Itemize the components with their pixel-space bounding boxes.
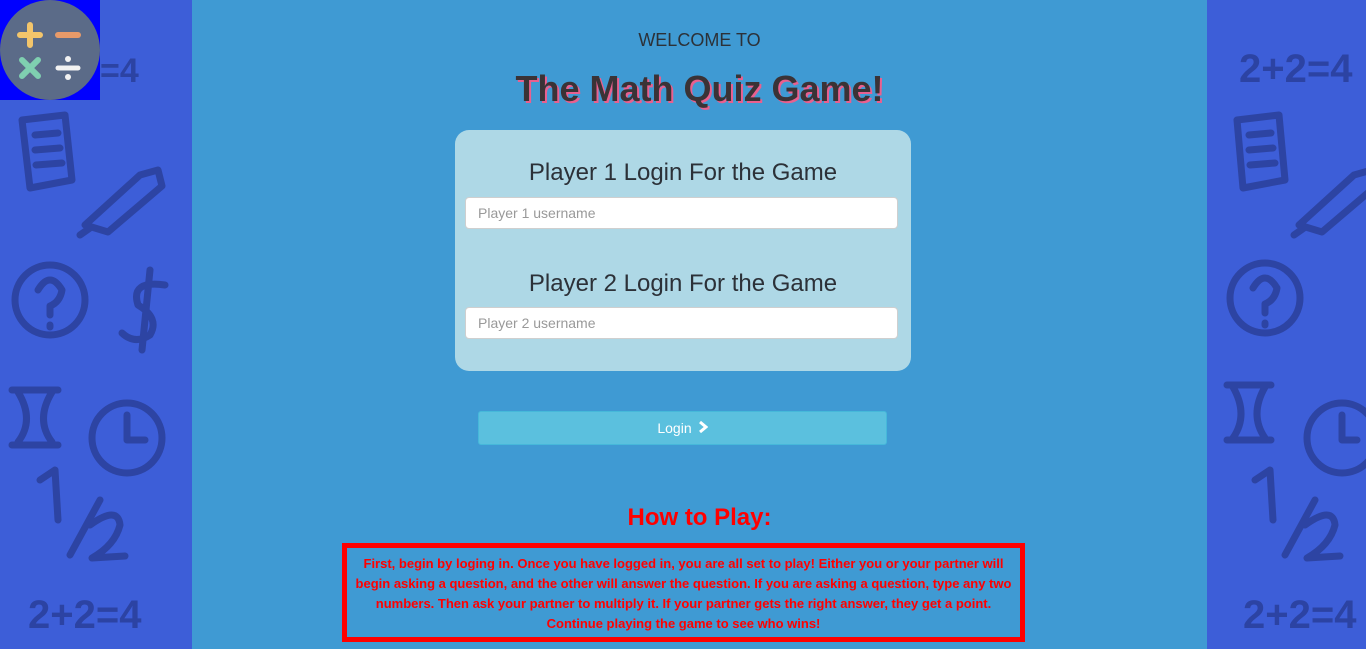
svg-text:2+2=4: 2+2=4 <box>28 593 142 637</box>
player1-username-input[interactable] <box>465 197 898 229</box>
svg-text:2+2=4: 2+2=4 <box>1239 47 1353 91</box>
page-title: The Math Quiz Game! <box>515 68 884 109</box>
welcome-text: WELCOME TO <box>638 30 761 50</box>
main-content: WELCOME TO The Math Quiz Game! Player 1 … <box>192 0 1207 649</box>
login-button[interactable]: Login <box>478 411 887 445</box>
player1-heading: Player 1 Login For the Game <box>528 159 838 186</box>
login-button-label: Login <box>657 420 692 436</box>
login-card: Player 1 Login For the Game Player 2 Log… <box>455 130 911 371</box>
how-to-play-heading: How to Play: <box>627 504 772 531</box>
svg-text:2+2=4: 2+2=4 <box>1243 593 1357 637</box>
how-to-play-instructions: First, begin by loging in. Once you have… <box>342 543 1025 642</box>
right-decorative-panel: 2+2=4 2+2=4 <box>1207 0 1366 649</box>
player2-username-input[interactable] <box>465 307 898 339</box>
chevron-right-icon <box>698 420 708 436</box>
svg-text:=4: =4 <box>100 52 139 90</box>
player2-heading: Player 2 Login For the Game <box>528 270 838 297</box>
math-doodles-right: 2+2=4 2+2=4 <box>1223 47 1366 637</box>
logo-background <box>0 0 100 100</box>
math-operators-logo-icon <box>0 0 100 100</box>
